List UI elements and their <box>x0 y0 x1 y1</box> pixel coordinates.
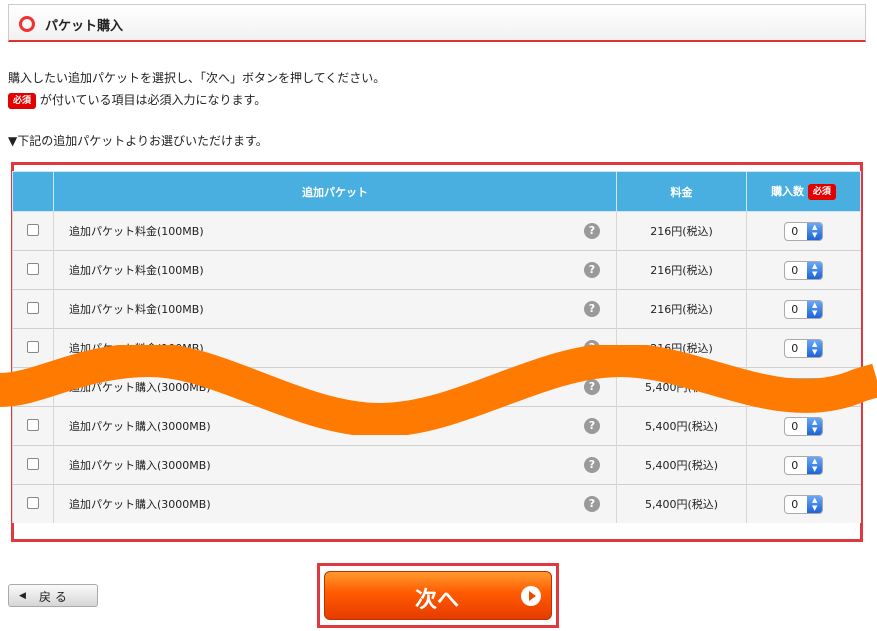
row-checkbox-cell <box>12 250 54 290</box>
row-checkbox[interactable] <box>27 223 39 236</box>
select-arrows-icon: ▲ ▼ <box>807 222 823 240</box>
qty-select[interactable]: 0 ▲ ▼ <box>784 455 824 475</box>
header-qty: 購入数 必須 <box>746 171 861 212</box>
packet-name: 追加パケット料金(100MB) <box>69 225 204 238</box>
qty-cell: 0 ▲ ▼ <box>746 211 861 251</box>
row-checkbox-cell <box>12 289 54 329</box>
row-checkbox[interactable] <box>27 457 39 470</box>
intro-line-2-text: が付いている項目は必須入力になります。 <box>39 93 267 107</box>
price-cell: 5,400円(税込) <box>616 484 747 523</box>
price-cell: 5,400円(税込) <box>616 445 747 485</box>
select-arrows-icon: ▲ ▼ <box>807 300 823 318</box>
qty-cell: 0 ▲ ▼ <box>746 250 861 290</box>
intro-line-2: 必須 が付いている項目は必須入力になります。 <box>8 89 385 111</box>
back-label: 戻 る <box>39 590 67 604</box>
qty-select[interactable]: 0 ▲ ▼ <box>784 299 824 319</box>
next-button-frame: 次へ <box>317 563 559 628</box>
qty-cell: 0 ▲ ▼ <box>746 289 861 329</box>
circle-icon <box>19 16 35 32</box>
intro-text: 購入したい追加パケットを選択し、「次へ」ボタンを押してください。 必須 が付いて… <box>8 67 385 111</box>
price-cell: 216円(税込) <box>616 250 747 290</box>
wave-decoration <box>0 345 877 435</box>
price-cell: 216円(税込) <box>616 289 747 329</box>
help-icon[interactable]: ? <box>584 457 600 473</box>
table-row: 追加パケット購入(3000MB)? 5,400円(税込) 0 ▲ ▼ <box>12 445 861 485</box>
packet-name: 追加パケット購入(3000MB) <box>69 498 211 511</box>
required-badge: 必須 <box>807 184 836 200</box>
packet-name-cell: 追加パケット料金(100MB)? <box>53 211 617 251</box>
table-row: 追加パケット購入(3000MB)? 5,400円(税込) 0 ▲ ▼ <box>12 484 861 523</box>
select-prompt: ▼下記の追加パケットよりお選びいただけます。 <box>8 134 268 148</box>
qty-cell: 0 ▲ ▼ <box>746 484 861 523</box>
qty-value: 0 <box>791 224 799 238</box>
packet-name: 追加パケット料金(100MB) <box>69 303 204 316</box>
section-header: パケット購入 <box>8 4 866 42</box>
header-checkbox-col <box>12 171 54 212</box>
header-packet: 追加パケット <box>53 171 617 212</box>
qty-value: 0 <box>791 263 799 277</box>
select-arrows-icon: ▲ ▼ <box>807 495 823 513</box>
packet-name-cell: 追加パケット購入(3000MB)? <box>53 445 617 485</box>
intro-line-1: 購入したい追加パケットを選択し、「次へ」ボタンを押してください。 <box>8 71 386 85</box>
help-icon[interactable]: ? <box>584 301 600 317</box>
select-arrows-icon: ▲ ▼ <box>807 261 823 279</box>
required-badge: 必須 <box>8 92 37 109</box>
qty-select[interactable]: 0 ▲ ▼ <box>784 221 824 241</box>
table-row: 追加パケット料金(100MB)? 216円(税込) 0 ▲ ▼ <box>12 289 861 329</box>
table-row: 追加パケット料金(100MB)? 216円(税込) 0 ▲ ▼ <box>12 250 861 290</box>
packet-name: 追加パケット購入(3000MB) <box>69 459 211 472</box>
section-title: パケット購入 <box>45 19 124 34</box>
back-arrow-icon: ◀ <box>19 591 26 601</box>
row-checkbox-cell <box>12 211 54 251</box>
table-row: 追加パケット料金(100MB)? 216円(税込) 0 ▲ ▼ <box>12 211 861 251</box>
back-button[interactable]: ◀ 戻 る <box>8 584 98 607</box>
select-arrows-icon: ▲ ▼ <box>807 456 823 474</box>
qty-select[interactable]: 0 ▲ ▼ <box>784 494 824 514</box>
row-checkbox[interactable] <box>27 496 39 509</box>
packet-name-cell: 追加パケット購入(3000MB)? <box>53 484 617 523</box>
qty-value: 0 <box>791 497 799 511</box>
row-checkbox-cell <box>12 484 54 523</box>
row-checkbox[interactable] <box>27 301 39 314</box>
help-icon[interactable]: ? <box>584 223 600 239</box>
header-price: 料金 <box>616 171 747 212</box>
qty-value: 0 <box>791 302 799 316</box>
header-qty-label: 購入数 <box>771 185 805 198</box>
play-icon <box>521 586 541 606</box>
next-button[interactable]: 次へ <box>324 571 552 620</box>
qty-select[interactable]: 0 ▲ ▼ <box>784 260 824 280</box>
table-header-row: 追加パケット 料金 購入数 必須 <box>12 171 861 212</box>
price-cell: 216円(税込) <box>616 211 747 251</box>
row-checkbox-cell <box>12 445 54 485</box>
packet-name: 追加パケット料金(100MB) <box>69 264 204 277</box>
help-icon[interactable]: ? <box>584 262 600 278</box>
qty-cell: 0 ▲ ▼ <box>746 445 861 485</box>
row-checkbox[interactable] <box>27 262 39 275</box>
help-icon[interactable]: ? <box>584 496 600 512</box>
packet-name-cell: 追加パケット料金(100MB)? <box>53 250 617 290</box>
next-label: 次へ <box>415 588 460 613</box>
packet-name-cell: 追加パケット料金(100MB)? <box>53 289 617 329</box>
qty-value: 0 <box>791 458 799 472</box>
